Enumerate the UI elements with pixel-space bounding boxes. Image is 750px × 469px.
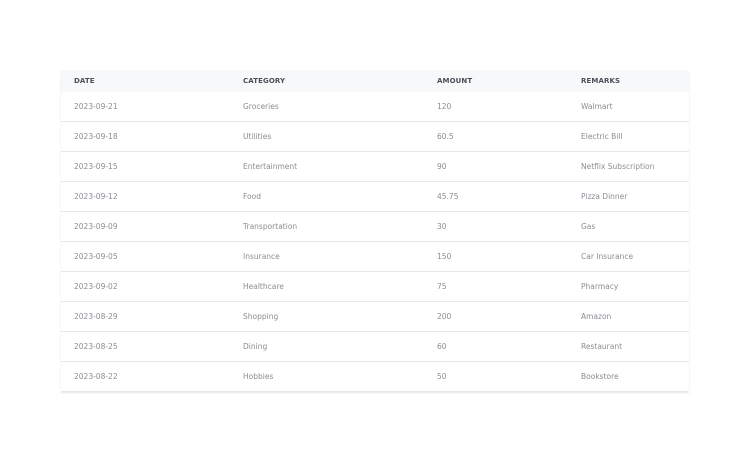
cell-amount: 60	[424, 331, 568, 362]
column-header-amount[interactable]: AMOUNT	[424, 70, 568, 92]
table-body: 2023-09-21 Groceries 120 Walmart 2023-09…	[61, 92, 689, 391]
cell-amount: 50	[437, 372, 447, 381]
cell-remarks: Walmart	[568, 92, 689, 122]
cell-amount: 60.5	[424, 121, 568, 152]
cell-remarks: Car Insurance	[568, 241, 689, 272]
table-row[interactable]: 2023-09-18 Utilities 60.5 Electric Bill	[61, 121, 689, 152]
cell-date: 2023-08-29	[61, 301, 230, 332]
cell-date: 2023-08-22	[74, 372, 118, 381]
cell-remarks: Pharmacy	[568, 271, 689, 302]
cell-category: Entertainment	[230, 151, 424, 182]
cell-category: Utilities	[230, 121, 424, 152]
cell-amount: 45.75	[424, 181, 568, 212]
cell-category: Dining	[230, 331, 424, 362]
cell-remarks: Bookstore	[581, 372, 619, 381]
cell-category: Shopping	[230, 301, 424, 332]
cell-date: 2023-09-15	[61, 151, 230, 182]
cell-date: 2023-09-09	[61, 211, 230, 242]
cell-category: Food	[230, 181, 424, 212]
table-header-row: DATE CATEGORY AMOUNT REMARKS	[61, 70, 689, 92]
table-row[interactable]: 2023-09-05 Insurance 150 Car Insurance	[61, 241, 689, 272]
cell-remarks: Pizza Dinner	[568, 181, 689, 212]
table-row[interactable]: 2023-08-22 Hobbies 50 Bookstore	[61, 362, 689, 392]
cell-category: Transportation	[230, 211, 424, 242]
cell-amount: 30	[424, 211, 568, 242]
cell-amount: 200	[424, 301, 568, 332]
cell-category: Insurance	[230, 241, 424, 272]
table-row[interactable]: 2023-08-29 Shopping 200 Amazon	[61, 301, 689, 332]
column-header-date[interactable]: DATE	[61, 70, 230, 92]
cell-remarks: Gas	[568, 211, 689, 242]
cell-amount: 90	[424, 151, 568, 182]
cell-remarks: Electric Bill	[568, 121, 689, 152]
table-row[interactable]: 2023-09-09 Transportation 30 Gas	[61, 211, 689, 242]
table-row[interactable]: 2023-09-12 Food 45.75 Pizza Dinner	[61, 181, 689, 212]
expenses-table: DATE CATEGORY AMOUNT REMARKS 2023-09-21 …	[61, 70, 689, 391]
cell-category: Hobbies	[243, 372, 274, 381]
page: DATE CATEGORY AMOUNT REMARKS 2023-09-21 …	[0, 0, 750, 469]
table-row[interactable]: 2023-09-02 Healthcare 75 Pharmacy	[61, 271, 689, 302]
cell-date: 2023-09-05	[61, 241, 230, 272]
column-header-remarks[interactable]: REMARKS	[568, 70, 689, 92]
cell-amount: 150	[424, 241, 568, 272]
expenses-table-card: DATE CATEGORY AMOUNT REMARKS 2023-09-21 …	[61, 70, 689, 391]
cell-remarks: Amazon	[568, 301, 689, 332]
cell-remarks: Restaurant	[568, 331, 689, 362]
cell-amount: 120	[424, 92, 568, 122]
cell-date: 2023-08-25	[61, 331, 230, 362]
table-row[interactable]: 2023-09-15 Entertainment 90 Netflix Subs…	[61, 151, 689, 182]
table-row[interactable]: 2023-08-25 Dining 60 Restaurant	[61, 331, 689, 362]
table-header: DATE CATEGORY AMOUNT REMARKS	[61, 70, 689, 92]
cell-amount: 75	[424, 271, 568, 302]
cell-date: 2023-09-21	[61, 92, 230, 122]
cell-remarks: Netflix Subscription	[568, 151, 689, 182]
cell-date: 2023-09-18	[61, 121, 230, 152]
table-row[interactable]: 2023-09-21 Groceries 120 Walmart	[61, 92, 689, 122]
cell-category: Groceries	[230, 92, 424, 122]
cell-category: Healthcare	[230, 271, 424, 302]
column-header-category[interactable]: CATEGORY	[230, 70, 424, 92]
cell-date: 2023-09-12	[61, 181, 230, 212]
cell-date: 2023-09-02	[61, 271, 230, 302]
